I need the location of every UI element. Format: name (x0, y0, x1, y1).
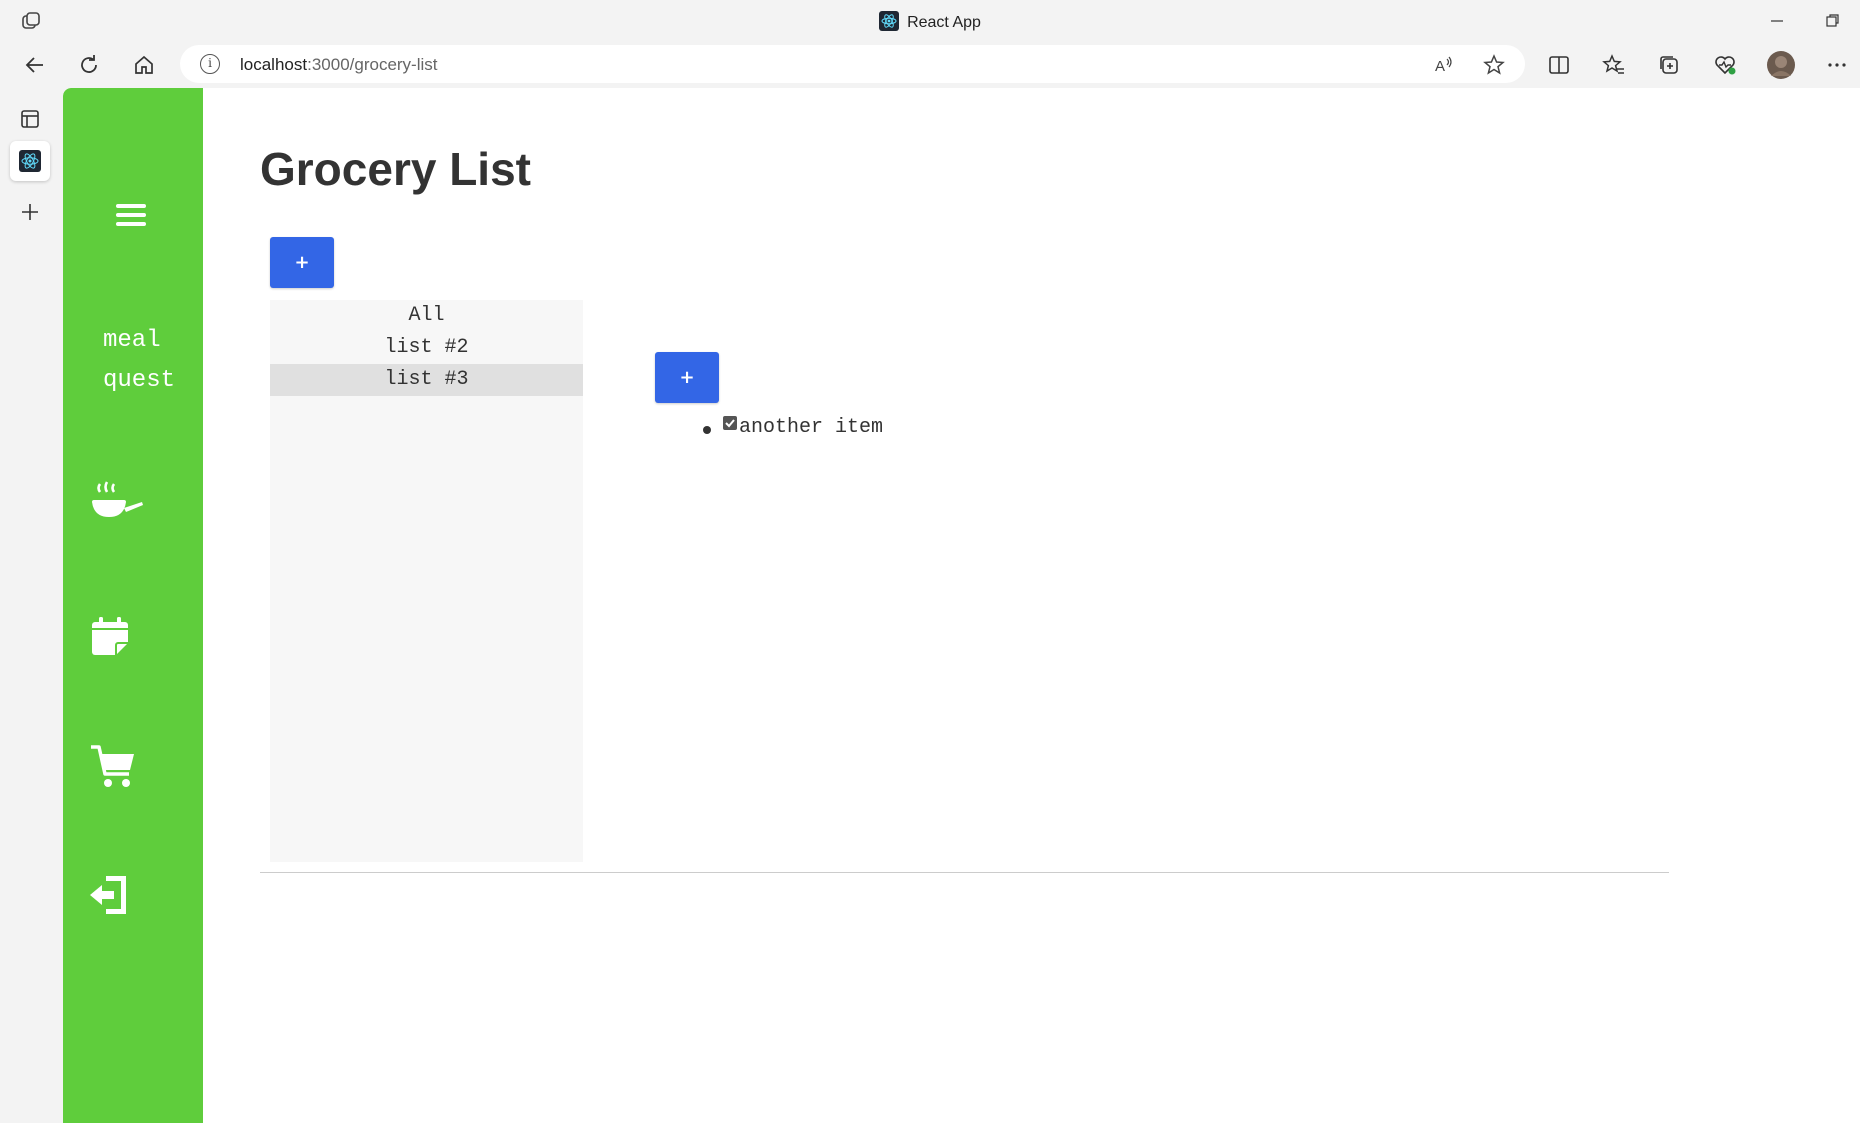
tab-react-app[interactable] (10, 141, 50, 181)
item-checkbox[interactable] (723, 415, 737, 430)
list-item: another item (703, 415, 884, 439)
page-title: Grocery List (260, 143, 531, 195)
item-label: another item (739, 416, 884, 439)
brand-line-2: quest (103, 367, 176, 394)
split-screen-icon[interactable] (1544, 50, 1574, 80)
favorite-star-icon[interactable] (1480, 51, 1508, 79)
list-item-all[interactable]: All (270, 300, 583, 332)
list-item-list-2[interactable]: list #2 (270, 332, 583, 364)
content-divider (260, 872, 1669, 873)
cart-icon[interactable] (91, 744, 135, 790)
restore-icon[interactable] (1818, 8, 1848, 34)
logout-icon[interactable] (90, 874, 130, 916)
calendar-icon[interactable] (91, 616, 129, 656)
window-title-text: React App (907, 14, 981, 31)
collections-icon[interactable] (1654, 50, 1684, 80)
site-info-icon[interactable]: i (200, 54, 220, 74)
back-icon[interactable] (20, 50, 50, 80)
address-bar[interactable]: i localhost:3000/grocery-list A (180, 45, 1525, 83)
svg-text:A: A (1435, 58, 1445, 75)
minimize-icon[interactable] (1762, 8, 1792, 34)
app-sidebar: meal quest (63, 88, 203, 1123)
grocery-lists-panel: All list #2 list #3 (270, 300, 583, 862)
more-options-icon[interactable] (1822, 50, 1852, 80)
url-text[interactable]: localhost:3000/grocery-list (240, 55, 438, 75)
browser-essentials-icon[interactable] (1710, 50, 1740, 80)
favorites-icon[interactable] (1599, 50, 1629, 80)
tab-actions-icon[interactable] (10, 99, 50, 139)
new-tab-icon[interactable] (10, 192, 50, 232)
window-title: React App (0, 11, 1860, 32)
home-icon[interactable] (129, 50, 159, 80)
bullet-marker (703, 425, 711, 434)
brand-line-1: meal (103, 327, 161, 354)
page-viewport: meal quest Grocery List + All list #2 li… (63, 88, 1860, 1123)
grocery-items-list: another item (703, 415, 884, 439)
cooking-pan-icon[interactable] (91, 480, 145, 524)
brand-logo-text: meal quest (103, 321, 175, 401)
profile-avatar[interactable] (1766, 50, 1796, 80)
read-aloud-icon[interactable]: A (1430, 51, 1458, 79)
browser-toolbar: i localhost:3000/grocery-list A (0, 42, 1860, 86)
list-item-list-3[interactable]: list #3 (270, 364, 583, 396)
add-list-button[interactable]: + (270, 237, 334, 288)
refresh-icon[interactable] (74, 50, 104, 80)
react-favicon-icon (879, 11, 900, 31)
window-titlebar: React App (0, 0, 1860, 42)
vertical-tab-strip (0, 88, 63, 1123)
menu-icon[interactable] (114, 198, 148, 232)
add-item-button[interactable]: + (655, 352, 719, 403)
